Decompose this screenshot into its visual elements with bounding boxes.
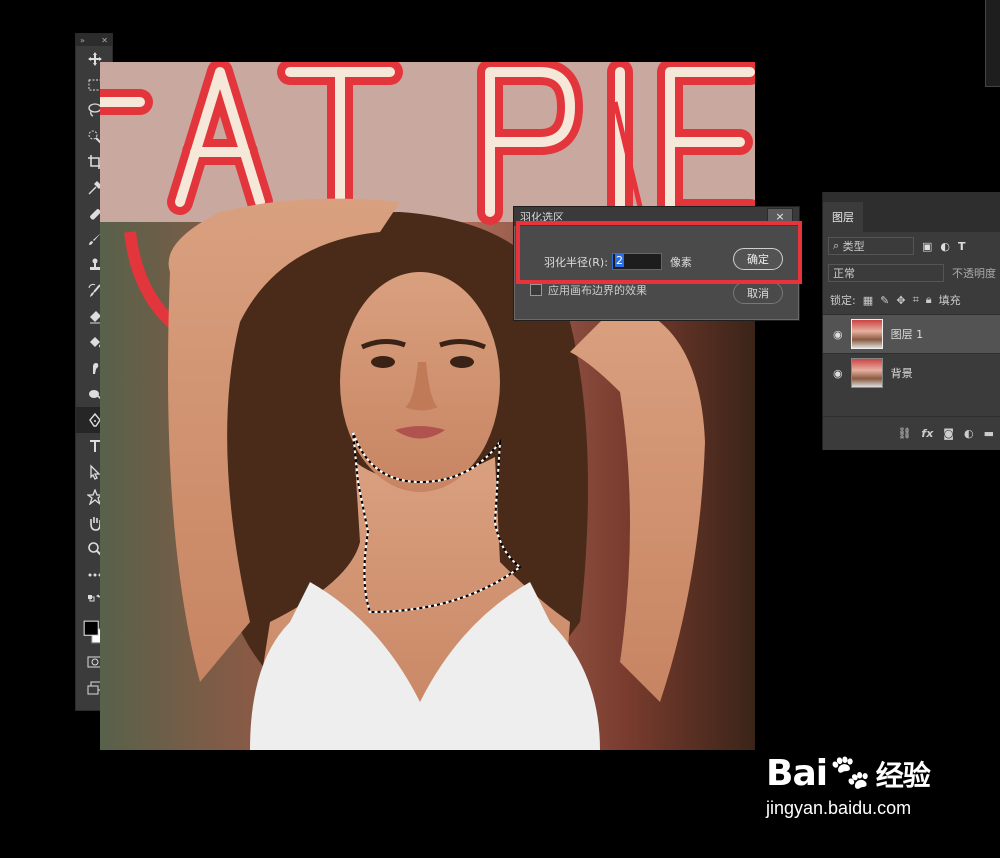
blend-row: 正常 不透明度 (823, 260, 1000, 286)
annotation-highlight-box (516, 221, 802, 284)
layer-row-background[interactable]: ◉ 背景 (823, 353, 1000, 392)
layers-panel-tabs: 图层 (823, 192, 1000, 232)
cancel-button[interactable]: 取消 (733, 282, 783, 304)
opacity-label: 不透明度 (952, 267, 996, 280)
folder-icon[interactable]: ▬ (984, 427, 994, 440)
tools-panel-grip[interactable]: » ✕ (76, 34, 112, 46)
layer-kind-filter[interactable]: ⌕ 类型 (828, 237, 914, 255)
layers-panel-footer: ⛓ fx ◙ ◐ ▬ (823, 416, 1000, 450)
layers-panel: 图层 ⌕ 类型 ▣ ◐ T 正常 不透明度 锁定: ▦ ✎ ✥ ⌗ 🔒︎ 填充 … (822, 192, 1000, 450)
eye-icon[interactable]: ◉ (833, 328, 843, 341)
lock-position-icon[interactable]: ✥ (896, 294, 905, 307)
blend-mode-value: 正常 (833, 267, 855, 280)
lock-row: 锁定: ▦ ✎ ✥ ⌗ 🔒︎ 填充 (823, 286, 1000, 314)
watermark-brand: Bai🐾︎ 经验 (766, 752, 946, 794)
expand-icon[interactable]: » (80, 36, 85, 45)
layer-filter-row: ⌕ 类型 ▣ ◐ T (823, 232, 1000, 260)
image-filter-icon[interactable]: ▣ (922, 240, 932, 253)
watermark-brand-tail: 经验 (875, 759, 931, 792)
type-filter-icon[interactable]: T (958, 240, 966, 253)
eye-icon[interactable]: ◉ (833, 367, 843, 380)
layer-name: 图层 1 (890, 328, 924, 341)
close-icon[interactable]: ✕ (101, 36, 108, 45)
watermark-url: jingyan.baidu.com (766, 798, 912, 818)
fill-label: 填充 (938, 294, 961, 307)
layer-thumbnail (850, 358, 883, 388)
link-layers-icon[interactable]: ⛓ (897, 427, 911, 440)
layer-row-layer1[interactable]: ◉ 图层 1 (823, 314, 1000, 353)
lock-paint-icon[interactable]: ✎ (880, 294, 889, 307)
canvas-bounds-option[interactable]: 应用画布边界的效果 (530, 282, 647, 298)
layer-name: 背景 (890, 367, 913, 380)
adjustment-filter-icon[interactable]: ◐ (940, 240, 950, 253)
layer-kind-value: 类型 (842, 240, 865, 253)
lock-all-icon[interactable]: 🔒︎ (926, 293, 932, 307)
lock-label: 锁定: (830, 294, 856, 307)
search-icon: ⌕ (833, 239, 840, 252)
lock-transparent-icon[interactable]: ▦ (863, 294, 873, 307)
tab-layers[interactable]: 图层 (823, 202, 863, 232)
window-edge (985, 0, 1000, 87)
fx-button[interactable]: fx (921, 427, 933, 440)
photo (100, 62, 755, 750)
lock-artboard-icon[interactable]: ⌗ (913, 293, 919, 307)
paw-icon: 🐾︎ (827, 753, 873, 794)
layer-thumbnail (850, 319, 883, 349)
baidu-jingyan-watermark: Bai🐾︎ 经验 jingyan.baidu.com (766, 752, 946, 842)
canvas-bounds-label: 应用画布边界的效果 (548, 284, 647, 297)
blend-mode-select[interactable]: 正常 (828, 264, 944, 282)
watermark-brand-text: Bai (766, 753, 828, 794)
document-canvas[interactable] (100, 62, 755, 750)
add-mask-icon[interactable]: ◙ (943, 427, 954, 440)
adjustment-layer-icon[interactable]: ◐ (964, 427, 974, 440)
canvas-bounds-checkbox[interactable] (530, 284, 542, 296)
